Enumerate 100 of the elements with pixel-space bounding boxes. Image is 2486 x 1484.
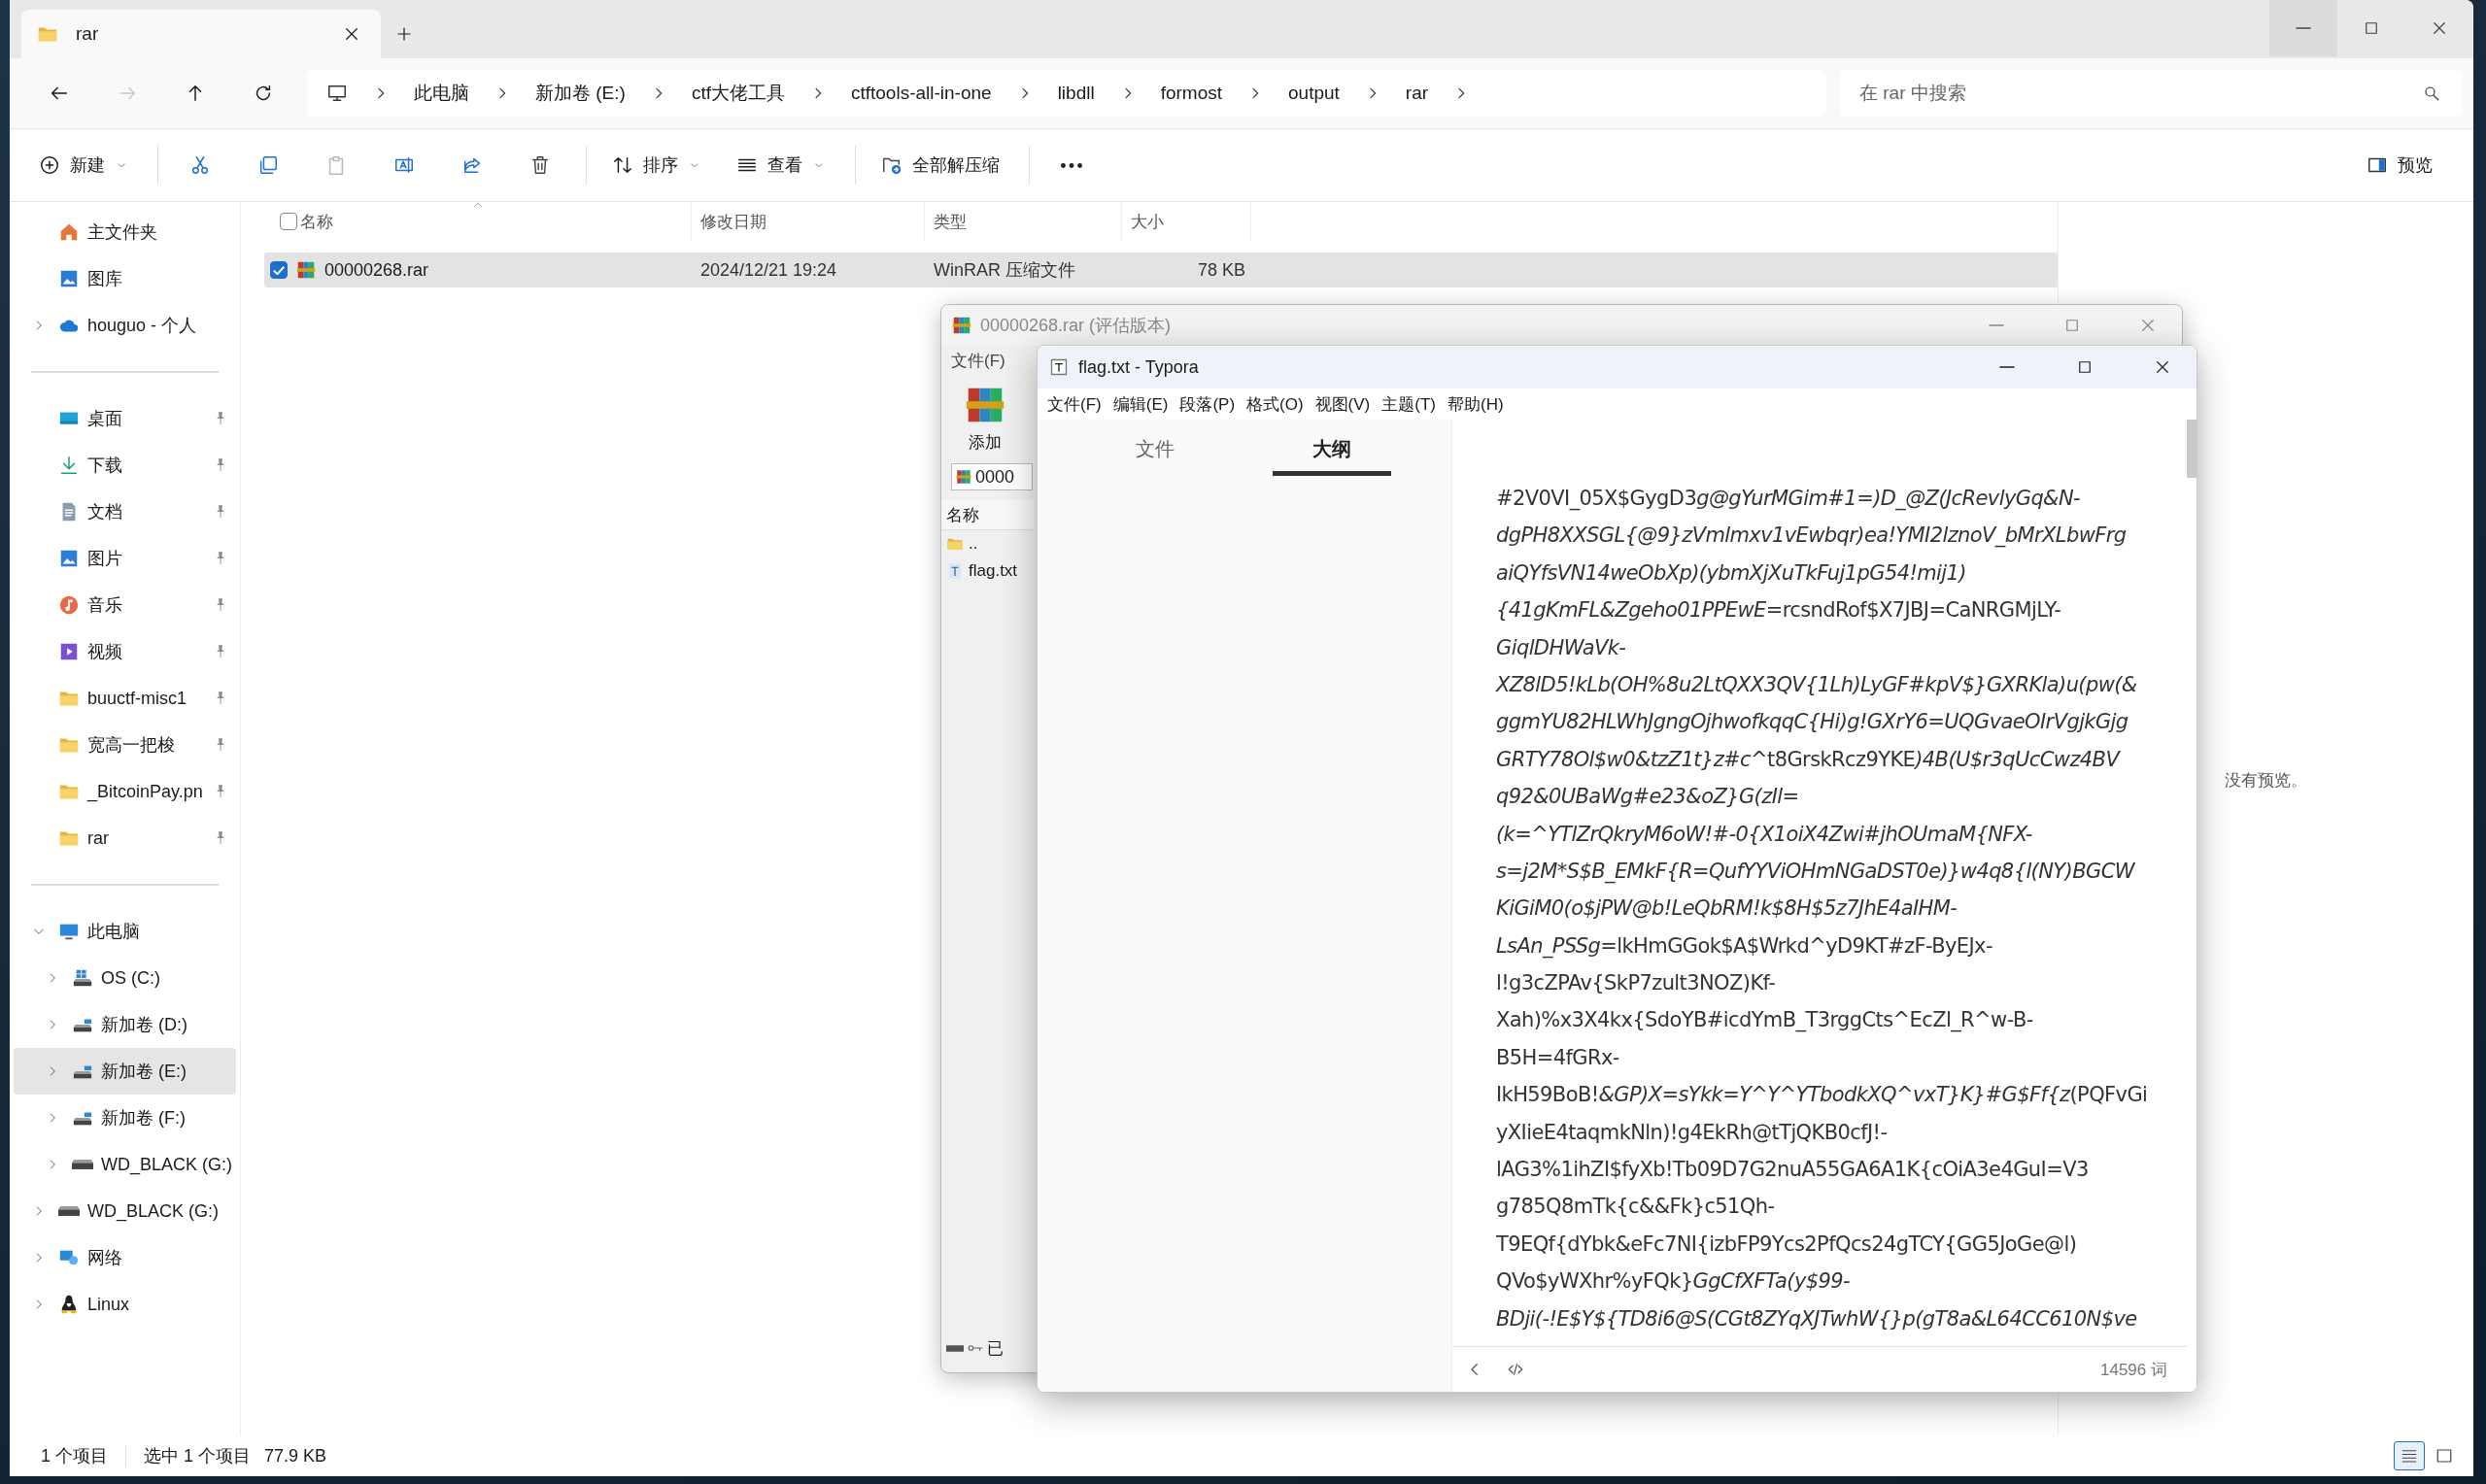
sidebar-item[interactable]: 下载 [14, 442, 236, 489]
download-arrow-icon [58, 455, 80, 476]
text-line: QVo$yWXhr%yFQk}GgCfXFTa(y$99- [1496, 1268, 1851, 1296]
text-line: q92&0UBaWg#e23&oZ}G(zIl= [1496, 784, 1800, 811]
app-icon [1049, 357, 1069, 377]
text-line: l!g3cZPAv{SkP7zult3NOZ)Kf- [1496, 970, 1777, 997]
sidebar-item[interactable]: OS (C:) [14, 955, 236, 1001]
check-icon [273, 265, 285, 275]
file-row[interactable]: 00000268.rar 2024/12/21 19:24 WinRAR 压缩文件 78 KB [264, 253, 2058, 287]
view-button[interactable]: 查看 [725, 142, 837, 188]
sidebar-item[interactable]: 图库 [14, 255, 236, 302]
breadcrumb-item[interactable]: output [1288, 83, 1340, 104]
archive-entry[interactable]: .. [941, 530, 1034, 557]
text-line: GiqlDHWaVk- [1496, 634, 1627, 661]
details-view-button[interactable] [2394, 1441, 2425, 1470]
sidebar-label: 网络 [87, 1247, 123, 1269]
new-button[interactable]: 新建 [27, 142, 140, 188]
sidebar-item[interactable]: 此电脑 [14, 908, 236, 955]
text-line: T9EQf{dYbk&eFc7NI{izbFP9Ycs2PfQcs24gTCY{GG5JoGe@l) [1496, 1231, 2078, 1258]
breadcrumb-item[interactable]: rar [1405, 83, 1429, 104]
menu-item[interactable]: 主题(T) [1381, 392, 1436, 416]
breadcrumb-item[interactable]: formost [1160, 83, 1222, 104]
drive-icon [58, 1206, 80, 1216]
breadcrumb-item[interactable]: 此电脑 [414, 81, 469, 106]
search-icon [2423, 84, 2440, 102]
sidebar-label: 音乐 [87, 594, 123, 617]
breadcrumb-item[interactable]: ctftools-all-in-one [850, 83, 992, 104]
music-note-icon [58, 594, 80, 616]
sidebar-item[interactable]: 文档 [14, 489, 236, 535]
text-line: #2V0VI_05X$GygD3g@gYurMGim#1=)D_@Z(JcRevlyGq&N- [1496, 486, 2081, 513]
extract-button[interactable]: 全部解压缩 [869, 142, 1011, 188]
column-header[interactable]: 名称 [941, 500, 1034, 530]
minimize-icon [1988, 324, 2005, 326]
text-line: aiQYfsVN14weObXp)(ybmXjXuTkFuj1pG54!mij1) [1496, 559, 1967, 587]
entry-name: .. [969, 534, 978, 554]
row-checkbox[interactable] [270, 261, 288, 279]
sort-arrows-icon [612, 154, 633, 176]
menu-item[interactable]: 文件(F) [1047, 392, 1102, 416]
preview-pane-button[interactable]: 预览 [2355, 142, 2444, 188]
sidebar-item[interactable]: 网络 [14, 1234, 236, 1281]
details-view-icon [2401, 1447, 2418, 1465]
text-line: GRTY78Ol$w0&tzZ1t}z#c^t8GrskRcz9YKE)4B(U$r3qUcCwz4BV [1496, 746, 2122, 773]
sidebar-label: 桌面 [87, 408, 123, 430]
address-bar[interactable]: 此电脑 新加卷 (E:) ctf大佬工具 ctftools-all-in-one libdll formost output rar [307, 70, 1826, 117]
text-line: LsAn_PSSg=lkHmGGok$A$Wrkd^yD9KT#zF-ByEJx- [1496, 932, 1993, 961]
text-line: B5H=4fGRx- [1496, 1044, 1620, 1071]
archive-entry[interactable]: flag.txt [941, 557, 1034, 585]
sidebar-item[interactable]: 新加卷 (D:) [14, 1001, 236, 1048]
sidebar-tab[interactable]: 大纲 [1273, 427, 1391, 476]
menu-item[interactable]: 帮助(H) [1447, 392, 1504, 416]
add-button[interactable]: 添加 [951, 383, 1019, 454]
select-all-checkbox[interactable] [280, 213, 297, 230]
breadcrumb-item[interactable]: libdll [1057, 83, 1095, 104]
sidebar-item[interactable]: 视频 [14, 628, 236, 675]
minimize-icon [1998, 366, 2016, 368]
archive-books-icon [295, 259, 317, 281]
sidebar-item[interactable]: Linux [14, 1281, 236, 1328]
sidebar-label: 视频 [87, 641, 123, 663]
plus-icon [395, 25, 413, 43]
sidebar-item[interactable]: 新加卷 (E:) [14, 1048, 236, 1095]
search-field[interactable]: 在 rar 中搜索 [1840, 70, 2462, 117]
breadcrumb-item[interactable]: 新加卷 (E:) [535, 81, 626, 106]
sidebar-item[interactable]: WD_BLACK (G:) [14, 1141, 236, 1188]
menu-item[interactable]: 格式(O) [1246, 392, 1304, 416]
archive-books-icon [951, 315, 972, 336]
column-header[interactable]: 修改日期 [692, 202, 925, 241]
sort-button[interactable]: 排序 [600, 142, 713, 188]
selection-count: 选中 1 个项目 [144, 1445, 252, 1467]
sidebar-item[interactable]: 图片 [14, 535, 236, 582]
sidebar-item[interactable]: 主文件夹 [14, 209, 236, 255]
sidebar-item[interactable]: 新加卷 (F:) [14, 1095, 236, 1141]
sidebar-item[interactable]: rar [14, 815, 236, 861]
sidebar-item[interactable]: 音乐 [14, 582, 236, 628]
breadcrumb-item[interactable]: ctf大佬工具 [691, 81, 785, 106]
sidebar-item[interactable]: houguo - 个人 [14, 302, 236, 349]
folder-tab[interactable]: rar [21, 10, 381, 58]
preview-message: 没有预览。 [2225, 769, 2307, 792]
path-field[interactable]: 0000 [951, 463, 1033, 490]
column-header[interactable]: 大小 [1122, 202, 1251, 241]
sidebar-item[interactable]: 桌面 [14, 395, 236, 442]
maximize-icon [2063, 317, 2081, 334]
menu-item[interactable]: 文件(F) [951, 349, 1005, 372]
scissors-icon [189, 154, 211, 176]
sidebar-tab[interactable]: 文件 [1067, 427, 1243, 476]
text-line: BDji(-!E$Y${TD8i6@S(CGt8ZYqXJTwhW{}p(gT8a&L64CC610N$ve [1496, 1305, 2138, 1332]
menu-item[interactable]: 段落(P) [1179, 392, 1236, 416]
text-line: s=j2M*S$B_EMkF{R=QufYYViOHmNGaDST0e)}w4q8{l(NY)BGCW [1496, 858, 2136, 886]
menu-item[interactable]: 视图(V) [1314, 392, 1371, 416]
sidebar-label: 文档 [87, 501, 123, 523]
scrollbar-thumb[interactable] [2187, 420, 2197, 478]
text-line: g785Q8mTk{c&&Fk}c51Qh- [1496, 1194, 1776, 1221]
sidebar-item[interactable]: 宽高一把梭 [14, 722, 236, 768]
window-title: flag.txt - Typora [1078, 356, 1199, 378]
column-header[interactable]: 类型 [925, 202, 1122, 241]
sidebar-item[interactable]: _BitcoinPay.pn [14, 768, 236, 815]
column-header[interactable]: 名称 [291, 202, 692, 241]
close-icon [343, 25, 360, 43]
sidebar-item[interactable]: buuctf-misc1 [14, 675, 236, 722]
sidebar-item[interactable]: WD_BLACK (G:) [14, 1188, 236, 1234]
menu-item[interactable]: 编辑(E) [1112, 392, 1169, 416]
